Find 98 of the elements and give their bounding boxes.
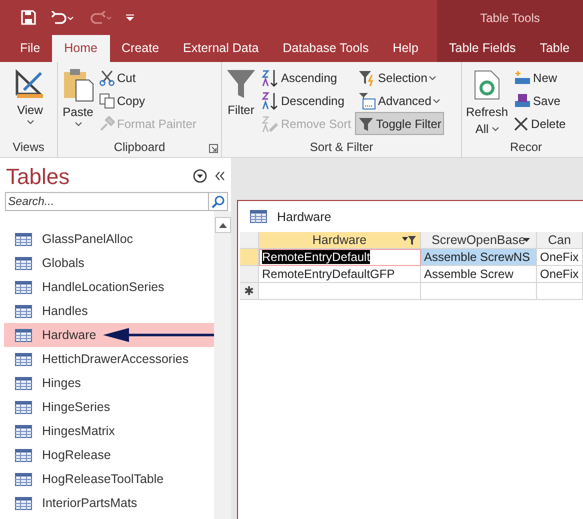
- search-button[interactable]: [209, 192, 228, 211]
- table-cell: Assemble Screw: [421, 266, 537, 283]
- contextual-tab-label: Table Tools: [479, 10, 541, 27]
- ribbon-button[interactable]: Filter: [225, 66, 257, 139]
- ribbon-tab[interactable]: External Data: [171, 35, 271, 62]
- ribbon-button[interactable]: Save: [510, 89, 569, 112]
- ribbon-button[interactable]: Refresh All: [465, 66, 510, 139]
- table-cell: RemoteEntryDefaultGFP: [259, 266, 421, 283]
- filter-dropdown-icon[interactable]: [402, 235, 416, 245]
- new-record-marker: ✱: [240, 283, 259, 300]
- table-list-item[interactable]: Hardware: [4, 323, 214, 347]
- ribbon-button[interactable]: Copy: [96, 89, 200, 112]
- ribbon-button[interactable]: View: [13, 66, 47, 139]
- copy-icon: [99, 92, 115, 108]
- ribbon-button[interactable]: Descending: [258, 89, 354, 112]
- table-cell: OneFix: [537, 249, 583, 266]
- ribbon-button[interactable]: New: [510, 66, 569, 89]
- table-icon: [15, 328, 32, 342]
- sort-ascending-icon: [261, 68, 279, 86]
- ribbon-button[interactable]: Paste: [61, 66, 95, 139]
- ribbon-button[interactable]: Toggle Filter: [355, 112, 444, 135]
- ribbon-tab[interactable]: Table Fields: [437, 35, 528, 62]
- ribbon-button[interactable]: Selection: [355, 66, 444, 89]
- ribbon-tab[interactable]: Create: [110, 35, 172, 62]
- column-header[interactable]: Can: [537, 232, 583, 249]
- column-header[interactable]: ScrewOpenBase: [421, 232, 537, 249]
- triangle-ruler-icon: [14, 68, 46, 100]
- caret-icon: [74, 122, 82, 126]
- ribbon-tab[interactable]: Database Tools: [270, 35, 381, 62]
- column-header[interactable]: Hardware: [259, 232, 421, 249]
- group-label: Clipboard: [114, 139, 166, 156]
- paintbrush-icon: [99, 116, 115, 132]
- table-list-item[interactable]: Hinges: [4, 371, 214, 395]
- ribbon-button[interactable]: Ascending: [258, 66, 354, 89]
- new-record-icon: [513, 70, 532, 86]
- caret-icon: [433, 98, 440, 102]
- caret-icon: [26, 120, 34, 124]
- ribbon-tab[interactable]: Table: [528, 35, 582, 62]
- ribbon-tab[interactable]: Home: [52, 35, 110, 62]
- clipboard-icon: [62, 68, 94, 102]
- table-cell: RemoteEntryDefault: [259, 249, 421, 266]
- table-list-item[interactable]: HogRelease: [4, 443, 214, 467]
- table-cell: OneFix: [537, 266, 583, 283]
- table-cell: Assemble ScrewNS: [421, 249, 537, 266]
- save-icon[interactable]: [21, 10, 36, 25]
- floppy-disk-icon: [513, 92, 532, 108]
- sort-descending-icon: [261, 92, 279, 110]
- table-list-item[interactable]: Handles: [4, 299, 214, 323]
- table-list-item[interactable]: HettichDrawerAccessories: [4, 347, 214, 371]
- customize-menu-icon[interactable]: [126, 14, 134, 22]
- clear-sort-icon: [261, 114, 279, 132]
- table-icon: [15, 232, 32, 246]
- dialog-launcher-icon[interactable]: [209, 144, 218, 153]
- caret-icon: [492, 127, 499, 131]
- table-list-item[interactable]: HogReleaseToolTable: [4, 467, 214, 491]
- table-icon: [15, 352, 32, 366]
- ribbon-button[interactable]: Cut: [96, 66, 200, 89]
- funnel-icon: [358, 116, 374, 132]
- ribbon-tab[interactable]: Help: [380, 35, 430, 62]
- table-icon: [15, 304, 32, 318]
- table-list-item[interactable]: GlassPanelAlloc: [4, 227, 214, 251]
- search-icon: [211, 194, 225, 208]
- table-icon: [15, 496, 32, 510]
- dropdown-arrow-icon[interactable]: [523, 238, 530, 242]
- table-icon: [15, 400, 32, 414]
- refresh-icon: [472, 68, 502, 102]
- table-icon: [15, 448, 32, 462]
- undo-icon[interactable]: [50, 10, 74, 24]
- document-title: Hardware: [277, 210, 332, 224]
- up-arrow-icon: [218, 222, 226, 228]
- dropdown-circle-icon[interactable]: [193, 169, 207, 183]
- table-list-item[interactable]: HingesMatrix: [4, 419, 214, 443]
- table-cell: [537, 283, 583, 300]
- ribbon-tab[interactable]: File: [8, 35, 52, 62]
- table-list-item[interactable]: HingeSeries: [4, 395, 214, 419]
- delete-icon: [513, 116, 530, 132]
- table-icon: [15, 376, 32, 390]
- group-label: Views: [12, 139, 44, 156]
- pane-title: Tables: [6, 163, 71, 191]
- table-list-item[interactable]: Globals: [4, 251, 214, 275]
- table-list-item[interactable]: HandleLocationSeries: [4, 275, 214, 299]
- group-label: Sort & Filter: [310, 139, 374, 156]
- ribbon-button[interactable]: Delete: [510, 112, 569, 135]
- funnel-icon: [226, 68, 256, 100]
- table-icon: [15, 280, 32, 294]
- table-icon: [15, 256, 32, 270]
- ribbon-button[interactable]: Advanced: [355, 89, 444, 112]
- collapse-icon[interactable]: [215, 171, 225, 181]
- funnel-form-icon: [358, 92, 376, 110]
- group-label: Recor: [510, 139, 542, 156]
- table-list-item[interactable]: InteriorPartsMats: [4, 491, 214, 515]
- table-icon: [15, 424, 32, 438]
- caret-icon: [429, 76, 436, 80]
- scroll-up-button[interactable]: [214, 217, 230, 233]
- scissors-icon: [99, 70, 115, 86]
- search-field[interactable]: Search...: [5, 192, 209, 211]
- table-icon: [250, 210, 267, 223]
- table-icon: [15, 472, 32, 486]
